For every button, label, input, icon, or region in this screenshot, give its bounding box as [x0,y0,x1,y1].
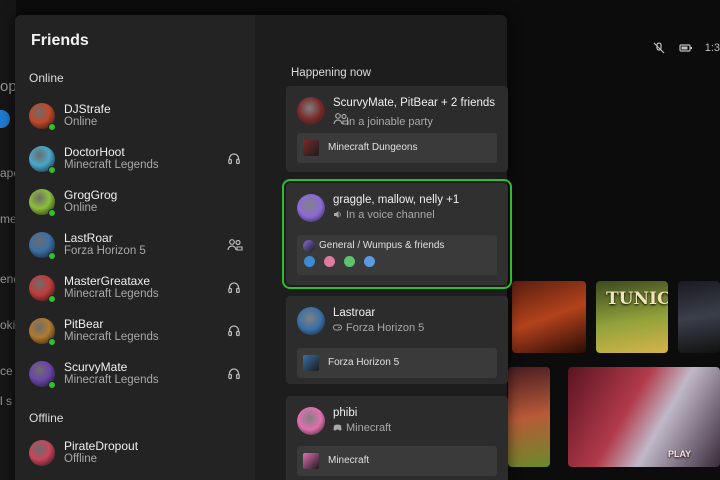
friend-name: LastRoar [64,231,113,245]
tile-play-label: PLAY [668,449,692,459]
discord-icon [333,423,342,432]
activity-subtitle-text: In a voice channel [346,209,435,221]
activity-thumbnail [303,453,319,469]
friend-status: Forza Horizon 5 [64,245,146,257]
activity-detail-text: General / Wumpus & friends [319,240,445,251]
friend-status: Online [64,116,98,128]
panel-title: Friends [31,32,89,49]
activity-thumbnail [303,355,319,371]
activity-subtitle-text: Minecraft [346,422,392,434]
activity-subtitle: Forza Horizon 5 [333,322,424,334]
activity-detail[interactable]: Minecraft [297,446,497,476]
happening-now-pane: Happening now ScurvyMate, PitBear + 2 fr… [255,15,512,480]
activity-detail[interactable]: Forza Horizon 5 [297,348,497,378]
headset-icon [227,324,241,338]
dashboard-left-rail [0,0,16,480]
battery-icon [679,42,692,54]
avatar [29,440,55,466]
game-tile-left[interactable] [508,367,550,467]
friend-name: ScurvyMate [64,360,128,374]
activity-subtitle: In a joinable party [333,112,433,128]
friend-name: GrogGrog [64,188,118,202]
activity-title: Lastroar [333,307,376,319]
dashboard-fragment: ce [0,364,13,378]
party-icon [333,112,349,125]
online-header: Online [29,71,64,85]
activity-card[interactable]: graggle, mallow, nelly +1 In a voice chan… [282,179,512,289]
activity-avatar [297,407,325,435]
activity-avatar [297,307,325,335]
activity-thumbnail [303,140,319,156]
offline-header: Offline [29,411,64,425]
game-tile-banner[interactable]: PLAY [568,367,720,467]
headset-icon [227,367,241,381]
party-icon [227,238,243,252]
activity-subtitle-text: In a joinable party [346,116,433,128]
online-status-dot [48,123,56,131]
activity-card[interactable]: phibi Minecraft Minecraft [286,396,508,480]
friend-name: DJStrafe [64,102,111,116]
friend-status: Minecraft Legends [64,331,159,343]
happening-now-header: Happening now [291,67,371,79]
online-status-dot [48,338,56,346]
friend-row[interactable]: GrogGrog Online [15,183,255,223]
activity-detail-text: Minecraft [328,455,370,466]
dashboard-fragment: l s [0,394,12,408]
activity-avatar [297,194,325,222]
activity-card[interactable]: Lastroar Forza Horizon 5 Forza Horizon 5 [286,296,508,384]
controller-icon [333,323,342,332]
friend-name: DoctorHoot [64,145,125,159]
friends-list: Friends Online DJStrafe Online DoctorHoot M… [15,15,255,480]
online-status-dot [48,209,56,217]
tile-title: TUNIC [606,289,668,309]
friend-name: MasterGreataxe [64,274,151,288]
activity-title: graggle, mallow, nelly +1 [333,194,460,206]
online-status-dot [48,295,56,303]
activity-card[interactable]: ScurvyMate, PitBear + 2 friends In a join… [286,86,508,172]
friend-row[interactable]: DoctorHoot Minecraft Legends [15,140,255,180]
headset-icon [227,152,241,166]
friend-status: Minecraft Legends [64,288,159,300]
activity-subtitle: In a voice channel [333,209,435,221]
headset-icon [227,281,241,295]
activity-subtitle-text: Forza Horizon 5 [346,322,425,334]
activity-detail-text: Minecraft Dungeons [328,142,418,153]
participant-avatar [303,255,316,268]
friend-status: Minecraft Legends [64,159,159,171]
friend-name: PitBear [64,317,104,331]
friend-status: Online [64,202,98,214]
clock: 1:3 [704,42,720,54]
activity-detail[interactable]: Minecraft Dungeons [297,133,497,163]
activity-subtitle: Minecraft [333,422,391,434]
mic-muted-icon [653,42,665,54]
online-status-dot [48,381,56,389]
participant-avatar [323,255,336,268]
participant-avatar [343,255,356,268]
friend-row[interactable]: PirateDropout Offline [15,434,255,474]
friend-status: Offline [64,453,98,465]
activity-avatar [297,97,325,125]
activity-title: ScurvyMate, PitBear + 2 friends [333,97,496,109]
game-tile-minecraft-legends[interactable] [512,281,586,353]
game-tile-tunic[interactable]: TUNIC [596,281,668,353]
activity-thumbnail [303,240,315,252]
friend-row[interactable]: ScurvyMate Minecraft Legends [15,355,255,395]
activity-detail[interactable]: General / Wumpus & friends [297,235,497,275]
friend-status: Minecraft Legends [64,374,159,386]
friend-row[interactable]: PitBear Minecraft Legends [15,312,255,352]
speaker-icon [333,210,342,219]
friend-row[interactable]: DJStrafe Online [15,97,255,137]
activity-title: phibi [333,407,358,419]
participant-avatar [363,255,376,268]
friend-name: PirateDropout [64,439,139,453]
friend-row[interactable]: LastRoar Forza Horizon 5 [15,226,255,266]
online-status-dot [48,252,56,260]
friends-panel: Friends Online DJStrafe Online DoctorHoot M… [15,15,512,480]
game-tile-partial[interactable] [678,281,720,353]
activity-detail-text: Forza Horizon 5 [328,357,400,368]
status-bar: 1:3 [653,42,720,54]
online-status-dot [48,166,56,174]
friend-row[interactable]: MasterGreataxe Minecraft Legends [15,269,255,309]
